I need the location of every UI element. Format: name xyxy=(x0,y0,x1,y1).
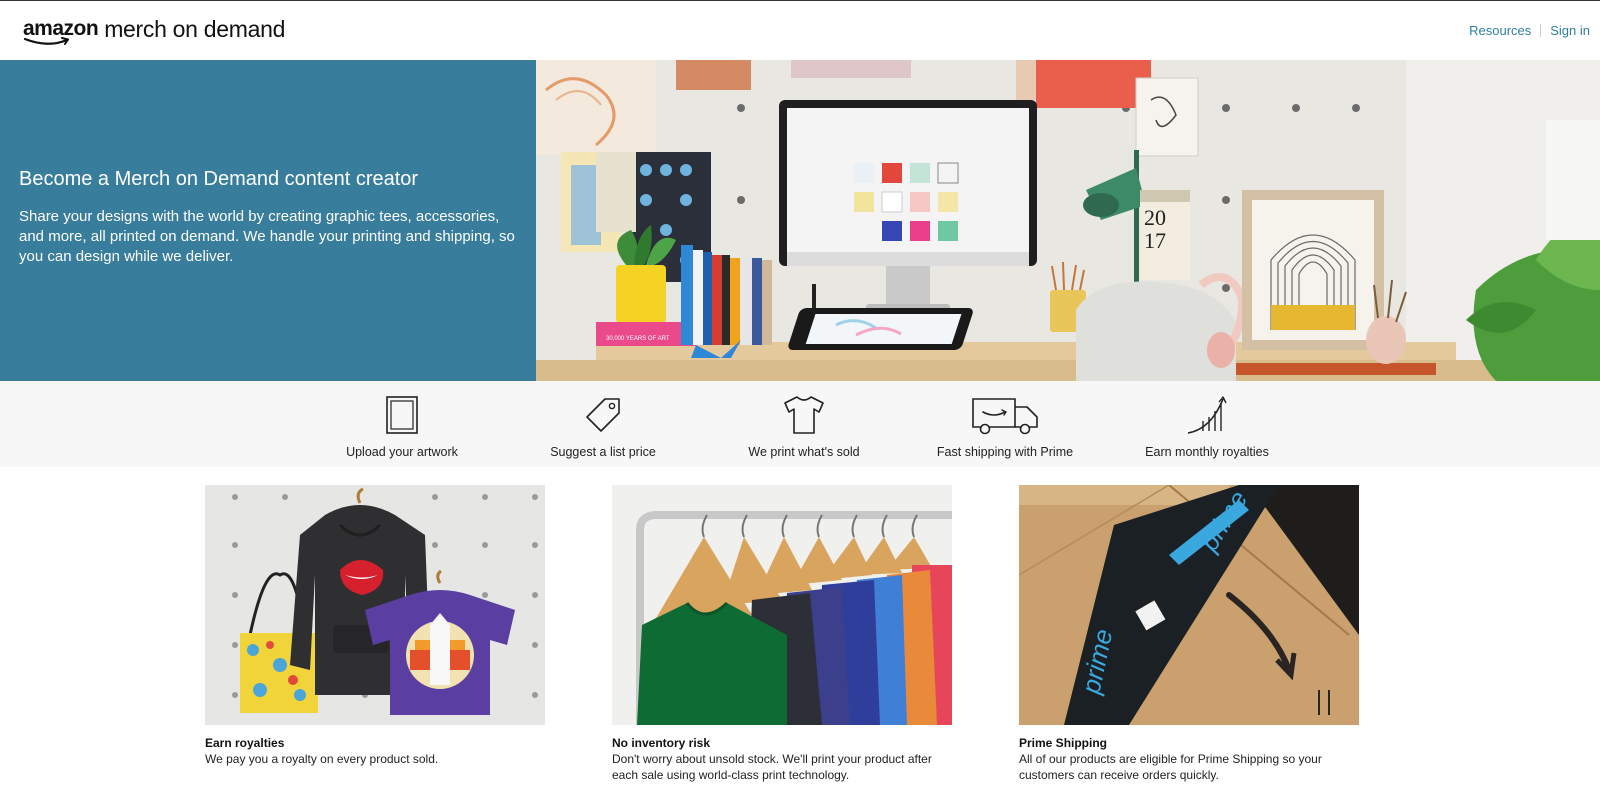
header-nav: Resources Sign in xyxy=(1469,23,1590,38)
feature-prime-shipping: prime prime Prime Shipping All of our pr… xyxy=(1019,485,1359,783)
step-print: We print what's sold xyxy=(724,393,884,459)
logo-merch-text: merch on demand xyxy=(104,16,286,42)
feature-no-inventory-risk: No inventory risk Don't worry about unso… xyxy=(612,485,952,783)
site-header: amazon merch on demand Resources Sign in xyxy=(0,0,1600,60)
feature-title: No inventory risk xyxy=(612,736,711,750)
amazon-smile-icon xyxy=(23,37,69,45)
merch-products-image xyxy=(205,485,545,725)
clothing-rack-image xyxy=(612,485,952,725)
price-tag-icon xyxy=(586,398,620,432)
amazon-merch-logo[interactable]: amazon merch on demand xyxy=(23,15,285,49)
step-list-price: Suggest a list price xyxy=(523,393,683,459)
delivery-truck-icon xyxy=(972,398,1038,435)
feature-description: We pay you a royalty on every product so… xyxy=(205,752,439,766)
hero-description: Share your designs with the world by cre… xyxy=(19,208,515,265)
resources-link[interactable]: Resources xyxy=(1469,23,1531,38)
frame-icon xyxy=(386,396,418,434)
workspace-illustration: 30,000 YEARS OF ART 20 17 xyxy=(536,60,1600,381)
feature-title: Earn royalties xyxy=(205,736,285,750)
calendar-year-bottom: 17 xyxy=(1144,228,1166,253)
step-shipping: Fast shipping with Prime xyxy=(925,393,1085,459)
feature-earn-royalties: Earn royalties We pay you a royalty on e… xyxy=(205,485,545,767)
step-label: Suggest a list price xyxy=(550,445,656,459)
step-label: We print what's sold xyxy=(748,445,860,459)
step-royalties: Earn monthly royalties xyxy=(1127,393,1287,459)
calendar-year-top: 20 xyxy=(1144,205,1166,230)
prime-box-image: prime prime xyxy=(1019,485,1359,725)
how-it-works-strip: Upload your artwork Suggest a list price… xyxy=(0,381,1600,467)
nav-divider xyxy=(1540,24,1542,37)
hero-image-design-workspace: 30,000 YEARS OF ART 20 17 xyxy=(536,60,1600,381)
feature-title: Prime Shipping xyxy=(1019,736,1108,750)
hero-banner: Become a Merch on Demand content creator… xyxy=(0,60,1600,381)
growth-chart-icon xyxy=(1187,396,1227,434)
step-label: Upload your artwork xyxy=(346,445,458,459)
feature-description: Don't worry about unsold stock. We'll pr… xyxy=(612,752,932,782)
hero-title: Become a Merch on Demand content creator xyxy=(19,168,419,190)
sign-in-link[interactable]: Sign in xyxy=(1550,23,1590,38)
book-spine-text: 30,000 YEARS OF ART xyxy=(606,336,670,342)
step-label: Earn monthly royalties xyxy=(1145,445,1269,459)
hero-text-panel: Become a Merch on Demand content creator… xyxy=(0,60,536,381)
step-upload-artwork: Upload your artwork xyxy=(322,393,482,459)
feature-description: All of our products are eligible for Pri… xyxy=(1019,752,1322,782)
step-label: Fast shipping with Prime xyxy=(936,445,1074,459)
tshirt-icon xyxy=(784,396,824,434)
